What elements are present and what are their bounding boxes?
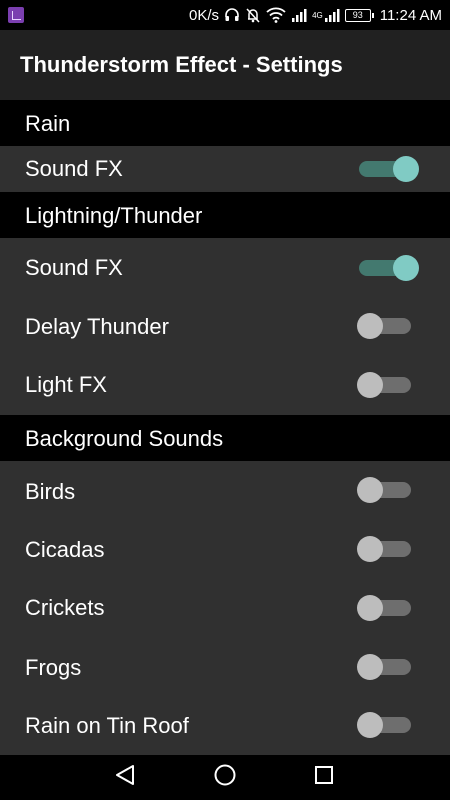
setting-frogs[interactable]: Frogs: [0, 637, 450, 696]
toggle-switch[interactable]: [357, 654, 417, 680]
lightning-thunder-group: Sound FX Delay Thunder Light FX: [0, 238, 450, 415]
toggle-switch[interactable]: [357, 712, 417, 738]
setting-label: Birds: [25, 479, 76, 504]
status-indicators: 0K/s 4G 93 11:24 AM: [189, 0, 442, 30]
signal-icon-2: [324, 7, 340, 23]
toggle-thumb: [357, 477, 383, 503]
setting-birds[interactable]: Birds: [0, 461, 450, 520]
setting-label: Crickets: [25, 595, 105, 620]
setting-delay-thunder[interactable]: Delay Thunder: [0, 297, 450, 356]
toggle-thumb: [393, 255, 419, 281]
home-button[interactable]: [195, 755, 255, 800]
toggle-thumb: [357, 372, 383, 398]
toggle-switch[interactable]: [357, 372, 417, 398]
signal-icon: [291, 7, 307, 23]
setting-crickets[interactable]: Crickets: [0, 579, 450, 637]
setting-label: Frogs: [25, 655, 82, 680]
background-sounds-group: Birds Cicadas Crickets Frogs Rain on Tin…: [0, 461, 450, 755]
toggle-thumb: [357, 712, 383, 738]
category-label: Background Sounds: [25, 426, 224, 451]
home-icon: [213, 763, 237, 792]
category-header-background-sounds: Background Sounds: [0, 415, 450, 461]
toggle-switch[interactable]: [357, 313, 417, 339]
setting-label: Sound FX: [25, 156, 123, 181]
app-bar: Thunderstorm Effect - Settings: [0, 30, 450, 100]
recents-icon: [314, 765, 334, 790]
battery-icon: 93: [344, 8, 374, 22]
toggle-thumb: [393, 156, 419, 182]
category-label: Rain: [25, 111, 71, 136]
net-speed: 0K/s: [189, 6, 220, 24]
setting-lightning-sound-fx[interactable]: Sound FX: [0, 238, 450, 297]
setting-label: Sound FX: [25, 255, 123, 280]
back-button[interactable]: [95, 755, 155, 800]
toggle-thumb: [357, 536, 383, 562]
toggle-switch[interactable]: [357, 255, 419, 281]
setting-label: Delay Thunder: [25, 314, 169, 339]
status-bar: 0K/s 4G 93 11:24 AM: [0, 0, 450, 30]
setting-cicadas[interactable]: Cicadas: [0, 520, 450, 579]
toggle-switch[interactable]: [357, 536, 417, 562]
setting-light-fx[interactable]: Light FX: [0, 356, 450, 415]
toggle-switch[interactable]: [357, 595, 417, 621]
back-icon: [114, 764, 136, 791]
category-header-rain: Rain: [0, 100, 450, 146]
mute-icon: [245, 7, 261, 23]
network-type: 4G: [312, 10, 323, 20]
setting-label: Rain on Tin Roof: [25, 713, 189, 738]
toggle-thumb: [357, 654, 383, 680]
toggle-thumb: [357, 595, 383, 621]
toggle-thumb: [357, 313, 383, 339]
category-label: Lightning/Thunder: [25, 203, 203, 228]
clock: 11:24 AM: [379, 6, 442, 24]
setting-label: Cicadas: [25, 537, 105, 562]
headphones-icon: [224, 7, 240, 23]
wifi-icon: [266, 7, 286, 23]
setting-rain-sound-fx[interactable]: Sound FX: [0, 146, 450, 192]
category-header-lightning-thunder: Lightning/Thunder: [0, 192, 450, 238]
setting-label: Light FX: [25, 372, 107, 397]
toggle-switch[interactable]: [357, 477, 417, 503]
app-notification-icon: [8, 7, 24, 23]
page-title: Thunderstorm Effect - Settings: [20, 52, 343, 77]
setting-rain-on-tin-roof[interactable]: Rain on Tin Roof: [0, 696, 450, 755]
screen: 0K/s 4G 93 11:24 AM Thunderstorm Effect …: [0, 0, 450, 800]
recents-button[interactable]: [294, 755, 354, 800]
nav-bar: [0, 755, 450, 800]
toggle-switch[interactable]: [357, 156, 419, 182]
